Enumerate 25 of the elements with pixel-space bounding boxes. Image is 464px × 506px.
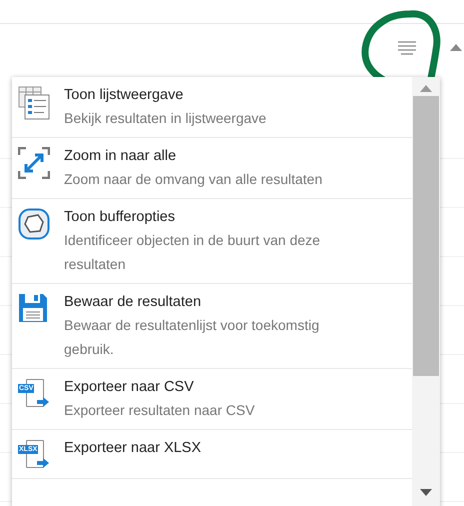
scroll-up-icon[interactable] [420,85,432,92]
menu-item-title: Bewaar de resultaten [64,293,202,312]
menu-item[interactable]: Toon bufferopties Identificeer objecten in de buurt van deze resultaten [12,199,412,284]
menu-item[interactable]: Bewaar de resultaten Bewaar de resultatenlijst voor toekomstig gebruik. [12,284,412,369]
menu-item-description: Identificeer objecten in de buurt van deze resultaten [64,231,322,274]
save-icon [18,293,48,323]
menu-item-title: Toon bufferopties [64,208,176,227]
collapse-arrow-icon[interactable] [450,44,462,51]
menu-item-title: Toon lijstweergave [64,86,184,105]
zoom-extent-icon [18,147,50,179]
menu-item-description: Bekijk resultaten in lijstweergave [64,109,268,128]
menu-item-title: Exporteer naar XLSX [64,439,202,458]
menu-item-title: Exporteer naar CSV [64,378,195,397]
menu-item-title: Zoom in naar alle [64,147,178,166]
menu-item[interactable]: Toon lijstweergave Bekijk resultaten in lijstweergave [12,77,412,138]
menu-item[interactable]: Zoom in naar alle Zoom naar de omvang van alle resultaten [12,138,412,199]
menu-item-description: Exporteer resultaten naar CSV [64,401,256,420]
buffer-icon [18,208,50,240]
scrollbar[interactable] [412,77,440,506]
menu-button[interactable] [395,39,419,57]
list-view-icon [18,86,50,120]
scrollbar-thumb[interactable] [413,96,439,376]
scroll-down-icon[interactable] [420,489,432,496]
menu-item-description: Zoom naar de omvang van alle resultaten [64,170,324,189]
menu-item-description: Bewaar de resultatenlijst voor toekomstig gebruik. [64,316,320,359]
